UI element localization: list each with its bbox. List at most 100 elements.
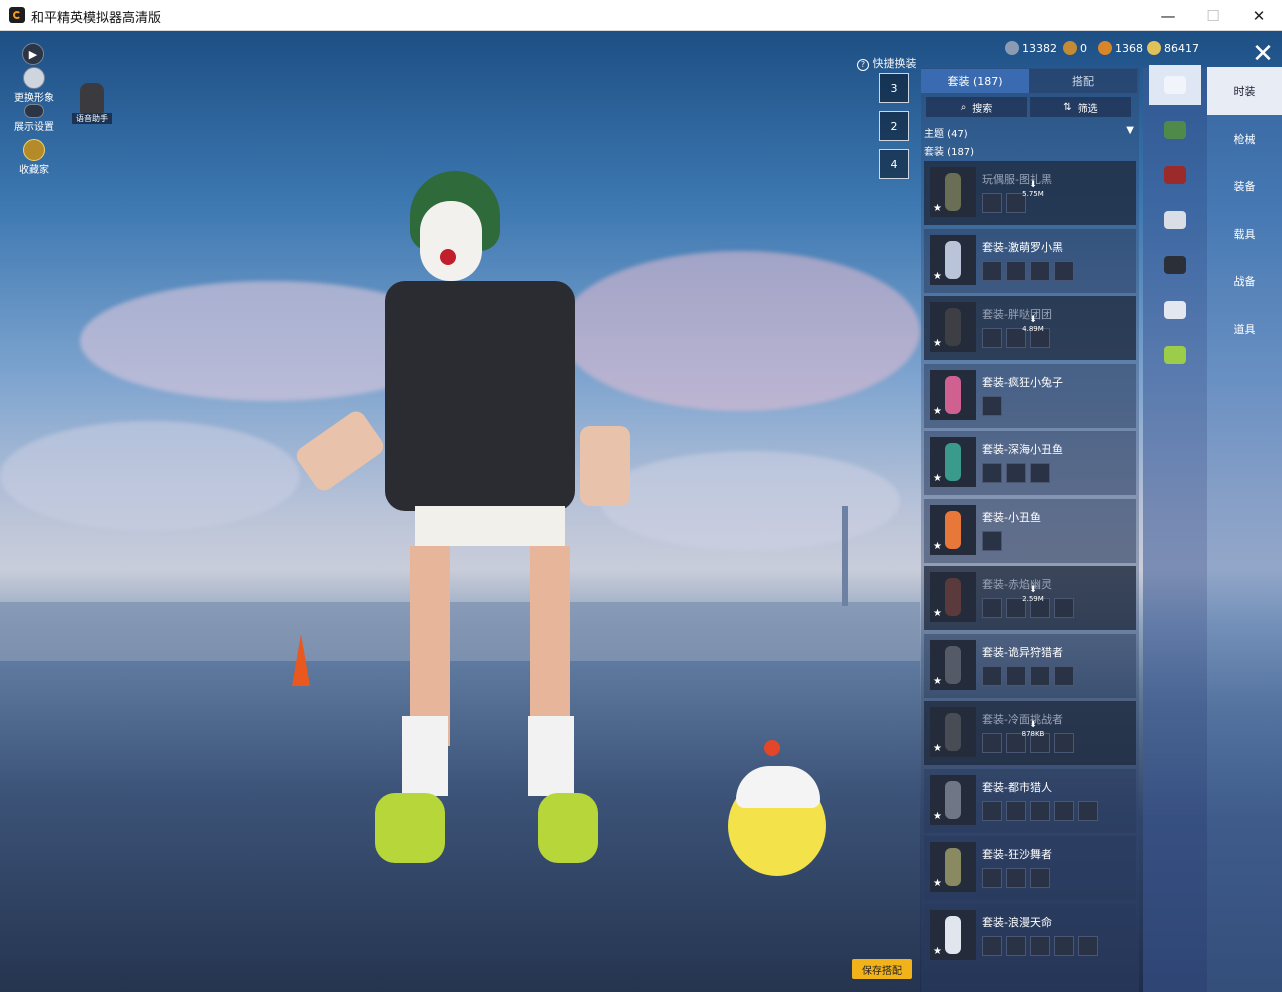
quick-slot-4[interactable]: 4 [879,149,909,179]
play-button[interactable]: ▶ [22,43,44,65]
suit-part-thumbnail[interactable] [1054,665,1074,686]
subcategory-button[interactable] [1149,110,1201,150]
subcategory-button[interactable] [1149,335,1201,375]
star-icon: ★ [933,945,942,957]
suit-part-thumbnail[interactable] [1054,800,1074,821]
suit-list-item[interactable]: ★ 套装-赤焰幽灵 ⬇ 2.59M [924,566,1136,630]
currency-gold: 86417 [1147,41,1199,55]
change-look-label: 更换形象 [14,93,54,104]
suit-part-thumbnail[interactable] [1006,935,1026,956]
suit-part-thumbnail[interactable] [982,328,1002,348]
suit-list-item[interactable]: ★ 套装-狂沙舞者 [924,836,1136,900]
suit-parts-row [982,935,1102,956]
category-item[interactable]: 载具 [1207,210,1282,258]
suit-part-thumbnail[interactable] [1030,935,1050,956]
star-icon: ★ [933,675,942,687]
suit-part-thumbnail[interactable] [982,530,1002,551]
suit-part-thumbnail[interactable] [982,665,1002,686]
download-indicator[interactable]: ⬇ 2.59M [1020,586,1046,604]
suit-part-thumbnail[interactable] [982,733,1002,753]
suit-part-thumbnail[interactable] [982,935,1002,956]
suit-part-thumbnail[interactable] [1030,868,1050,888]
suit-part-thumbnail[interactable] [1006,665,1026,686]
suit-part-thumbnail[interactable] [1054,733,1074,753]
suit-part-thumbnail[interactable] [1054,935,1074,956]
theme-category-row[interactable]: 主题 (47) ▼ [924,125,1134,140]
suit-list-item[interactable]: ★ 套装-深海小丑鱼 [924,431,1136,495]
subcategory-button[interactable] [1149,65,1201,105]
subcategory-button[interactable] [1149,245,1201,285]
category-item[interactable]: 道具 [1207,305,1282,353]
maximize-button[interactable]: ☐ [1190,0,1236,31]
game-viewport: ▶ 更换形象 展示设置 收藏家 语音助手 ? 快捷换装 3 2 4 13382 … [0,31,1282,992]
subcategory-button[interactable] [1149,290,1201,330]
voice-assistant-button[interactable]: 语音助手 [72,83,112,124]
face-icon [1164,211,1186,229]
category-item[interactable]: 战备 [1207,257,1282,305]
suit-part-thumbnail[interactable] [982,868,1002,888]
suit-part-thumbnail[interactable] [1030,665,1050,686]
suit-list-item[interactable]: ★ 套装-都市猎人 [924,768,1136,833]
suit-list-item[interactable]: ★ 套装-激萌罗小黑 [924,228,1136,293]
suit-part-thumbnail[interactable] [982,800,1002,821]
suit-part-thumbnail[interactable] [982,193,1002,213]
help-circle-icon: ? [857,59,869,71]
filter-button[interactable]: ⇅ 筛选 [1030,97,1131,117]
chick-comb [764,740,780,756]
suit-part-thumbnail[interactable] [982,463,1002,483]
minimize-button[interactable]: — [1145,0,1191,31]
quick-slot-2[interactable]: 2 [879,111,909,141]
app-logo-icon [9,7,25,23]
suit-part-thumbnail[interactable] [982,598,1002,618]
suit-part-thumbnail[interactable] [1030,800,1050,821]
suit-part-thumbnail[interactable] [982,260,1002,281]
suit-list-item[interactable]: ★ 套装-浪漫天命 [924,903,1136,968]
suit-part-thumbnail[interactable] [1030,463,1050,483]
download-indicator[interactable]: ⬇ 5.75M [1020,181,1046,199]
currency-gold-badge: 1368 [1098,41,1143,55]
category-item[interactable]: 装备 [1207,162,1282,210]
suit-title: 套装-狂沙舞者 [982,848,1052,861]
suit-list-item[interactable]: ★ 玩偶服-图扎黑 ⬇ 5.75M [924,161,1136,225]
suit-part-thumbnail[interactable] [1054,598,1074,618]
download-indicator[interactable]: ⬇ 4.89M [1020,316,1046,334]
display-settings-button[interactable]: 展示设置 [6,104,62,133]
suit-part-thumbnail[interactable] [1006,260,1026,281]
collector-button[interactable]: 收藏家 [6,139,62,176]
quick-slot-3[interactable]: 3 [879,73,909,103]
star-icon: ★ [933,608,942,619]
suit-parts-row [982,868,1054,888]
suit-figure [945,375,961,414]
category-item[interactable]: 枪械 [1207,115,1282,163]
suit-figure [945,915,961,954]
save-outfit-button[interactable]: 保存搭配 [852,959,912,979]
subcategory-button[interactable] [1149,155,1201,195]
suit-part-thumbnail[interactable] [1006,868,1026,888]
suit-list-item[interactable]: ★ 套装-小丑鱼 [924,498,1136,563]
suit-part-thumbnail[interactable] [1030,260,1050,281]
close-window-button[interactable]: ✕ [1236,0,1282,31]
category-item[interactable]: 时装 [1207,67,1282,115]
suit-part-thumbnail[interactable] [1078,800,1098,821]
window-titlebar: 和平精英模拟器高清版 — ☐ ✕ [0,0,1282,31]
search-button[interactable]: ⌕ 搜索 [926,97,1027,117]
suit-list-item[interactable]: ★ 套装-诡异狩猎者 [924,633,1136,698]
suit-part-thumbnail[interactable] [1006,800,1026,821]
close-wardrobe-button[interactable]: ✕ [1249,39,1277,69]
suit-parts-row [982,800,1102,821]
suit-part-thumbnail[interactable] [1006,463,1026,483]
change-look-button[interactable]: 更换形象 [6,67,62,104]
suit-list-item[interactable]: ★ 套装-疯狂小兔子 [924,363,1136,428]
suit-part-thumbnail[interactable] [1078,935,1098,956]
suit-list-item[interactable]: ★ 套装-冷面挑战者 ⬇ 878KB [924,701,1136,765]
quick-change-label: ? 快捷换装 [857,55,917,71]
download-indicator[interactable]: ⬇ 878KB [1020,721,1046,739]
suit-list-item[interactable]: ★ 套装-胖哒团团 ⬇ 4.89M [924,296,1136,360]
tab-suits[interactable]: 套装 (187) [921,69,1029,93]
suit-part-thumbnail[interactable] [982,395,1002,416]
subcategory-button[interactable] [1149,200,1201,240]
star-icon: ★ [933,203,942,214]
star-icon: ★ [933,878,942,889]
tab-outfit[interactable]: 搭配 [1029,69,1137,93]
suit-part-thumbnail[interactable] [1054,260,1074,281]
